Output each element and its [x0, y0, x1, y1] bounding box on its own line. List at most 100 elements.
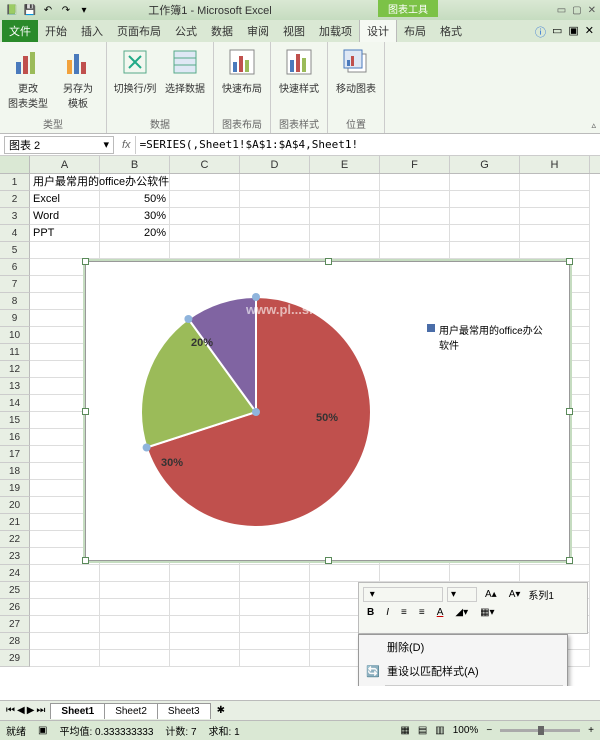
tab-format[interactable]: 格式 [433, 20, 469, 42]
cell[interactable] [30, 616, 100, 633]
cell[interactable] [100, 174, 170, 191]
tab-file[interactable]: 文件 [2, 20, 38, 42]
cell[interactable] [30, 599, 100, 616]
cell[interactable] [170, 650, 240, 667]
cell[interactable] [310, 242, 380, 259]
name-box[interactable]: 图表 2 ▾ [4, 136, 114, 154]
row-header[interactable]: 26 [0, 599, 30, 616]
sheet-tab-1[interactable]: Sheet1 [50, 703, 105, 719]
row-header[interactable]: 19 [0, 480, 30, 497]
cell-a4[interactable]: PPT [30, 225, 100, 242]
child-restore-icon[interactable]: ▣ [568, 24, 578, 40]
cell[interactable] [100, 633, 170, 650]
bold-icon[interactable]: B [363, 605, 378, 620]
cell[interactable] [30, 565, 100, 582]
col-header-c[interactable]: C [170, 156, 240, 173]
cell[interactable] [170, 565, 240, 582]
new-sheet-icon[interactable]: ✱ [211, 705, 231, 716]
cell[interactable] [240, 616, 310, 633]
cell[interactable] [170, 599, 240, 616]
cell-a2[interactable]: Excel [30, 191, 100, 208]
cell[interactable] [100, 650, 170, 667]
row-header[interactable]: 15 [0, 412, 30, 429]
row-header[interactable]: 23 [0, 548, 30, 565]
excel-icon[interactable]: 📗 [4, 2, 20, 18]
cell[interactable] [240, 191, 310, 208]
cell[interactable] [310, 565, 380, 582]
child-close-icon[interactable]: ✕ [585, 24, 594, 40]
cell[interactable] [380, 191, 450, 208]
cell[interactable] [450, 225, 520, 242]
cell-b3[interactable]: 30% [100, 208, 170, 225]
cell[interactable] [240, 599, 310, 616]
cell[interactable] [30, 650, 100, 667]
quick-style-button[interactable]: 快速样式 [277, 46, 321, 95]
cell[interactable] [310, 225, 380, 242]
tab-data[interactable]: 数据 [204, 20, 240, 42]
row-header[interactable]: 2 [0, 191, 30, 208]
tab-formulas[interactable]: 公式 [168, 20, 204, 42]
sheet-tab-3[interactable]: Sheet3 [157, 703, 211, 719]
tab-insert[interactable]: 插入 [74, 20, 110, 42]
macro-record-icon[interactable]: ▣ [38, 725, 47, 736]
row-header[interactable]: 18 [0, 463, 30, 480]
tab-design[interactable]: 设计 [359, 19, 397, 42]
move-chart-button[interactable]: 移动图表 [334, 46, 378, 95]
tab-addins[interactable]: 加载项 [312, 20, 359, 42]
row-header[interactable]: 10 [0, 327, 30, 344]
cell[interactable] [240, 633, 310, 650]
row-header[interactable]: 13 [0, 378, 30, 395]
cell[interactable] [520, 565, 590, 582]
cell[interactable] [310, 191, 380, 208]
cell[interactable] [450, 208, 520, 225]
shrink-font-icon[interactable]: A▾ [505, 587, 525, 602]
cell[interactable] [100, 616, 170, 633]
cell[interactable] [100, 565, 170, 582]
cell[interactable] [170, 242, 240, 259]
redo-icon[interactable]: ↷ [58, 2, 74, 18]
align-icon[interactable]: ≡ [415, 605, 429, 620]
name-box-dropdown-icon[interactable]: ▾ [103, 138, 109, 151]
cell[interactable] [450, 242, 520, 259]
data-label-30[interactable]: 30% [161, 457, 183, 469]
row-header[interactable]: 21 [0, 514, 30, 531]
zoom-out-icon[interactable]: − [486, 725, 492, 736]
cell[interactable] [240, 650, 310, 667]
row-header[interactable]: 24 [0, 565, 30, 582]
sheet-nav-prev-icon[interactable]: ◀ [17, 705, 25, 716]
close-icon[interactable]: ✕ [588, 5, 596, 16]
fill-color-icon[interactable]: ◢▾ [451, 605, 472, 620]
row-header[interactable]: 4 [0, 225, 30, 242]
cell[interactable] [380, 208, 450, 225]
save-icon[interactable]: 💾 [22, 2, 38, 18]
row-header[interactable]: 8 [0, 293, 30, 310]
minimize-icon[interactable]: ▭ [557, 5, 566, 16]
col-header-b[interactable]: B [100, 156, 170, 173]
cell[interactable] [170, 225, 240, 242]
col-header-a[interactable]: A [30, 156, 100, 173]
row-header[interactable]: 5 [0, 242, 30, 259]
font-size-dropdown[interactable]: ▾ [447, 587, 477, 602]
row-header[interactable]: 28 [0, 633, 30, 650]
row-header[interactable]: 17 [0, 446, 30, 463]
col-header-f[interactable]: F [380, 156, 450, 173]
row-header[interactable]: 9 [0, 310, 30, 327]
view-page-break-icon[interactable]: ▥ [435, 725, 444, 736]
ribbon-collapse-icon[interactable]: ▵ [591, 120, 596, 131]
data-label-50[interactable]: 50% [316, 412, 338, 424]
cell-b4[interactable]: 20% [100, 225, 170, 242]
sheet-nav-next-icon[interactable]: ▶ [27, 705, 35, 716]
cell-a1[interactable]: 用户最常用的office办公软件 [30, 174, 100, 191]
col-header-g[interactable]: G [450, 156, 520, 173]
cell[interactable] [380, 565, 450, 582]
undo-icon[interactable]: ↶ [40, 2, 56, 18]
zoom-slider[interactable] [500, 729, 580, 732]
cell[interactable] [170, 191, 240, 208]
cell[interactable] [380, 225, 450, 242]
cell[interactable] [520, 242, 590, 259]
cell[interactable] [240, 174, 310, 191]
row-header[interactable]: 14 [0, 395, 30, 412]
ctx-reset-style[interactable]: 🔄重设以匹配样式(A) [359, 659, 567, 683]
cell[interactable] [170, 616, 240, 633]
cell[interactable] [520, 225, 590, 242]
